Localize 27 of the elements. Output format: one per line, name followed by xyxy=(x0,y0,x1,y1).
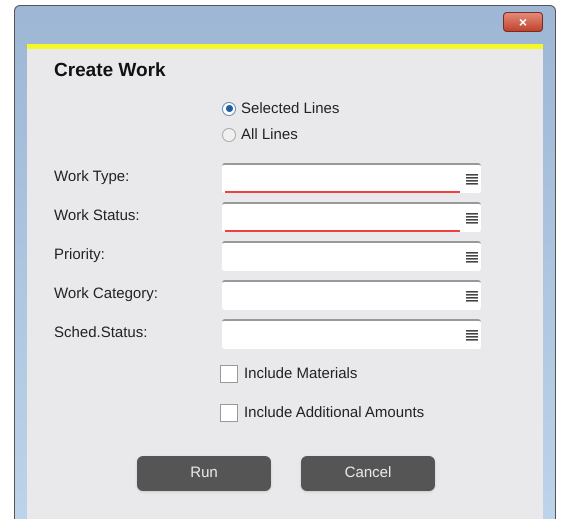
field-label: Priority: xyxy=(54,245,106,266)
list-icon[interactable] xyxy=(466,172,478,184)
dialog-button[interactable]: Run xyxy=(137,456,271,490)
field-label: Work Status: xyxy=(54,206,141,226)
radio-label: Selected Lines xyxy=(241,98,340,118)
select-field[interactable] xyxy=(222,202,481,232)
list-icon[interactable] xyxy=(466,212,478,224)
select-field[interactable] xyxy=(222,240,481,270)
checkbox-label: Include Materials xyxy=(244,364,358,384)
list-icon[interactable] xyxy=(466,328,478,340)
field-label: Sched.Status: xyxy=(54,323,148,344)
dialog-button[interactable]: Cancel xyxy=(301,456,435,490)
checkbox[interactable] xyxy=(220,404,238,422)
checkbox[interactable] xyxy=(220,364,238,383)
field-label: Work Type: xyxy=(54,167,130,188)
select-field[interactable] xyxy=(222,162,481,192)
close-button[interactable]: × xyxy=(503,12,543,32)
list-icon[interactable] xyxy=(466,250,478,262)
radio-button[interactable] xyxy=(222,102,236,116)
radio-label: All Lines xyxy=(241,125,298,145)
select-field[interactable] xyxy=(222,318,481,348)
radio-button[interactable] xyxy=(222,128,236,142)
list-icon[interactable] xyxy=(466,290,478,302)
field-label: Work Category: xyxy=(54,284,159,304)
select-field[interactable] xyxy=(222,280,481,310)
dialog-title: Create Work xyxy=(54,59,167,83)
checkbox-label: Include Additional Amounts xyxy=(244,403,424,423)
